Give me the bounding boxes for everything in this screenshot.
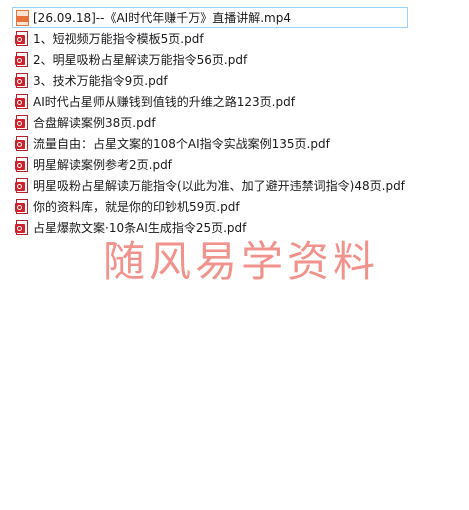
- pdf-file-icon: [15, 93, 29, 110]
- file-name: 占星爆款文案·10条AI生成指令25页.pdf: [33, 220, 247, 235]
- file-row-pdf[interactable]: 1、短视频万能指令模板5页.pdf: [12, 28, 412, 49]
- file-row-pdf[interactable]: 明星吸粉占星解读万能指令(以此为准、加了避开违禁词指令)48页.pdf: [12, 175, 412, 196]
- pdf-file-icon: [15, 51, 29, 68]
- file-row-mp4-video[interactable]: [26.09.18]--《AI时代年赚千万》直播讲解.mp4: [12, 7, 408, 28]
- file-name: 合盘解读案例38页.pdf: [33, 115, 156, 130]
- pdf-file-icon: [15, 72, 29, 89]
- pdf-file-icon: [15, 177, 29, 194]
- file-row-pdf[interactable]: 占星爆款文案·10条AI生成指令25页.pdf: [12, 217, 412, 238]
- file-row-pdf[interactable]: 2、明星吸粉占星解读万能指令56页.pdf: [12, 49, 412, 70]
- file-row-pdf[interactable]: 3、技术万能指令9页.pdf: [12, 70, 412, 91]
- file-name: 2、明星吸粉占星解读万能指令56页.pdf: [33, 52, 248, 67]
- mp4-file-icon: [15, 9, 29, 26]
- file-name: 流量自由：占星文案的108个AI指令实战案例135页.pdf: [33, 136, 330, 151]
- file-list: [26.09.18]--《AI时代年赚千万》直播讲解.mp4 1、短视频万能指令…: [12, 7, 412, 238]
- file-row-pdf[interactable]: 合盘解读案例38页.pdf: [12, 112, 412, 133]
- pdf-file-icon: [15, 156, 29, 173]
- pdf-file-icon: [15, 30, 29, 47]
- pdf-file-icon: [15, 198, 29, 215]
- file-row-pdf[interactable]: 你的资料库，就是你的印钞机59页.pdf: [12, 196, 412, 217]
- pdf-file-icon: [15, 114, 29, 131]
- file-name: 1、短视频万能指令模板5页.pdf: [33, 31, 204, 46]
- file-row-pdf[interactable]: AI时代占星师从赚钱到值钱的升维之路123页.pdf: [12, 91, 412, 112]
- file-name: [26.09.18]--《AI时代年赚千万》直播讲解.mp4: [33, 10, 291, 25]
- file-row-pdf[interactable]: 明星解读案例参考2页.pdf: [12, 154, 412, 175]
- file-name: AI时代占星师从赚钱到值钱的升维之路123页.pdf: [33, 94, 295, 109]
- pdf-file-icon: [15, 219, 29, 236]
- file-name: 3、技术万能指令9页.pdf: [33, 73, 168, 88]
- file-name: 明星吸粉占星解读万能指令(以此为准、加了避开违禁词指令)48页.pdf: [33, 178, 405, 193]
- file-name: 你的资料库，就是你的印钞机59页.pdf: [33, 199, 240, 214]
- pdf-file-icon: [15, 135, 29, 152]
- file-row-pdf[interactable]: 流量自由：占星文案的108个AI指令实战案例135页.pdf: [12, 133, 412, 154]
- file-name: 明星解读案例参考2页.pdf: [33, 157, 172, 172]
